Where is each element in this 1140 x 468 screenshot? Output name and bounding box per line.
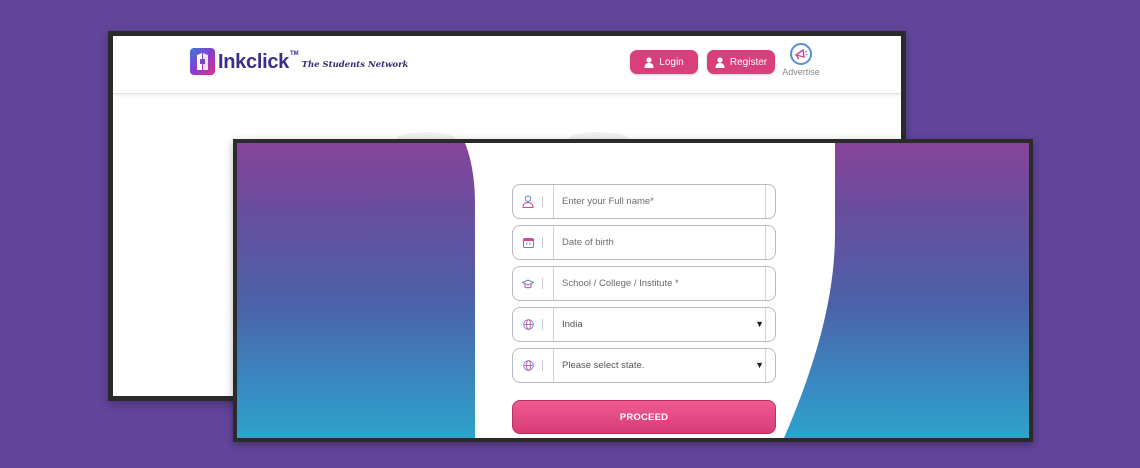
register-label: Register xyxy=(729,56,768,68)
brand-logo-icon xyxy=(190,48,215,75)
country-select[interactable]: India ▼ xyxy=(512,307,776,342)
calendar-icon xyxy=(514,226,542,259)
state-select[interactable]: Please select state. ▼ xyxy=(512,348,776,383)
megaphone-icon xyxy=(790,43,812,65)
advertise-label: Advertise xyxy=(782,67,820,77)
brand-logo[interactable]: Inkclick TM The Students Network xyxy=(190,48,408,75)
date-of-birth-input[interactable]: Date of birth xyxy=(553,226,766,259)
icon-separator xyxy=(542,319,543,330)
chevron-down-icon[interactable]: ▼ xyxy=(755,319,764,329)
country-value[interactable]: India xyxy=(553,308,766,341)
brand-trademark: TM xyxy=(289,51,299,57)
globe-icon xyxy=(514,308,542,341)
user-icon xyxy=(514,185,542,218)
full-name-input[interactable]: Enter your Full name* xyxy=(553,185,766,218)
globe-icon xyxy=(514,349,542,382)
register-button[interactable]: Register xyxy=(707,50,775,74)
canvas: Inkclick TM The Students Network Login R… xyxy=(0,0,1140,468)
graduation-cap-icon xyxy=(514,267,542,300)
full-name-field[interactable]: Enter your Full name* xyxy=(512,184,776,219)
proceed-button[interactable]: PROCEED xyxy=(512,400,776,434)
icon-separator xyxy=(542,196,543,207)
icon-separator xyxy=(542,360,543,371)
institute-field[interactable]: School / College / Institute * xyxy=(512,266,776,301)
state-value[interactable]: Please select state. xyxy=(553,349,766,382)
advertise-link[interactable]: Advertise xyxy=(780,43,822,77)
user-icon xyxy=(715,56,725,68)
registration-window: Enter your Full name* Date of birth Scho… xyxy=(233,139,1033,442)
brand-tagline: The Students Network xyxy=(301,60,409,70)
institute-input[interactable]: School / College / Institute * xyxy=(553,267,766,300)
icon-separator xyxy=(542,278,543,289)
chevron-down-icon[interactable]: ▼ xyxy=(755,360,764,370)
user-icon xyxy=(644,56,654,68)
icon-separator xyxy=(542,237,543,248)
login-button[interactable]: Login xyxy=(630,50,698,74)
site-header: Inkclick TM The Students Network Login R… xyxy=(113,36,901,94)
login-label: Login xyxy=(659,56,684,68)
date-of-birth-field[interactable]: Date of birth xyxy=(512,225,776,260)
brand-name: Inkclick xyxy=(218,51,289,73)
